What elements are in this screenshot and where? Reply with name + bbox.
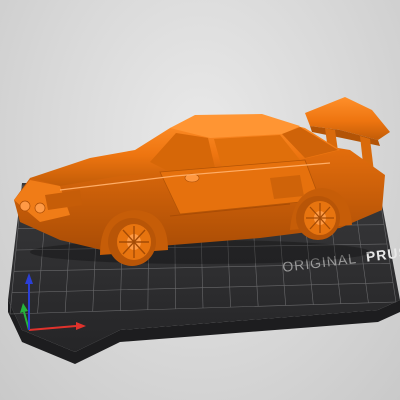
front-wheel [108, 218, 156, 266]
rear-wheel [296, 196, 340, 240]
3d-viewport[interactable]: ORIGINAL PRUSA [0, 0, 400, 400]
